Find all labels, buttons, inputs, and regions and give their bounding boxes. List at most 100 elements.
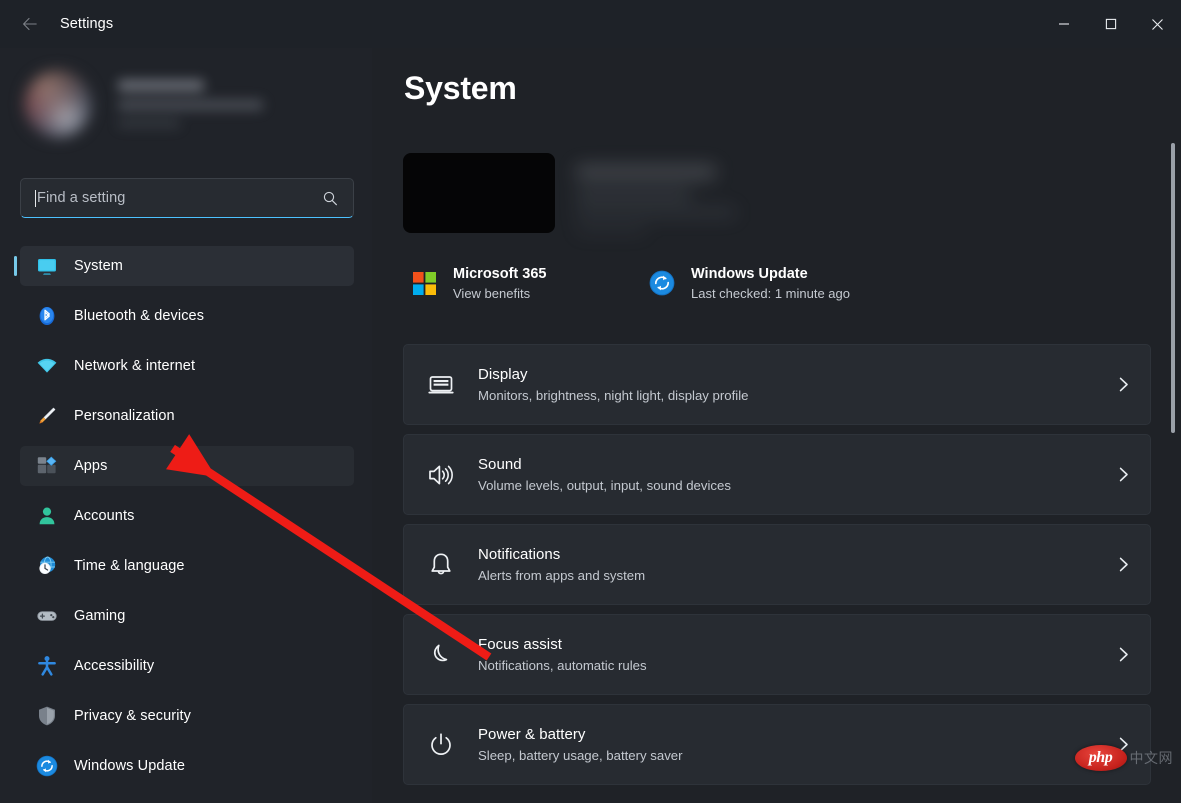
- maximize-button[interactable]: [1087, 0, 1134, 48]
- scrollbar-thumb[interactable]: [1171, 143, 1175, 433]
- watermark: php 中文网: [1074, 745, 1174, 771]
- selection-indicator: [14, 256, 17, 276]
- microsoft-logo-icon: [407, 271, 441, 295]
- moon-icon: [404, 640, 478, 670]
- sidebar-item-label: Apps: [74, 458, 108, 474]
- sidebar-item-gaming[interactable]: Gaming: [20, 596, 354, 636]
- settings-row-sound[interactable]: Sound Volume levels, output, input, sound…: [403, 434, 1151, 515]
- ms-squares-icon: [412, 271, 436, 295]
- sidebar-item-label: Gaming: [74, 608, 126, 624]
- maximize-icon: [1105, 18, 1116, 30]
- chevron-right-icon: [1119, 377, 1128, 392]
- accessibility-icon: [30, 655, 64, 677]
- title-bar: Settings: [0, 0, 1181, 48]
- row-title: Display: [478, 366, 528, 383]
- paintbrush-icon: [30, 405, 64, 427]
- bluetooth-icon: [30, 305, 64, 327]
- tile-microsoft-365[interactable]: Microsoft 365 View benefits: [403, 260, 613, 306]
- sidebar-item-bluetooth-devices[interactable]: Bluetooth & devices: [20, 296, 354, 336]
- sidebar-item-privacy-security[interactable]: Privacy & security: [20, 696, 354, 736]
- update-icon: [36, 755, 58, 777]
- sidebar-item-apps[interactable]: Apps: [20, 446, 354, 486]
- speaker-icon: [404, 460, 478, 490]
- person-icon: [30, 505, 64, 527]
- speaker-icon: [429, 465, 453, 484]
- sidebar-item-system[interactable]: System: [14, 246, 354, 286]
- device-image-redacted: [403, 153, 555, 233]
- settings-rows: Display Monitors, brightness, night light…: [403, 344, 1151, 794]
- sidebar-item-accessibility[interactable]: Accessibility: [20, 646, 354, 686]
- sidebar-item-label: Privacy & security: [74, 708, 192, 724]
- minimize-button[interactable]: [1040, 0, 1087, 48]
- avatar: [24, 70, 92, 138]
- row-chevron[interactable]: [1096, 466, 1150, 483]
- accessibility-icon: [38, 656, 56, 676]
- apps-icon: [30, 455, 64, 477]
- row-title: Sound: [478, 456, 522, 473]
- tile-title: Windows Update: [691, 265, 808, 282]
- profile-text-redacted: [118, 80, 263, 128]
- clock-globe-icon: [39, 556, 56, 574]
- chevron-right-icon: [1119, 557, 1128, 572]
- back-arrow-icon: [23, 17, 37, 31]
- person-icon: [39, 507, 55, 525]
- device-info-redacted: [568, 155, 758, 237]
- sidebar-item-label: Network & internet: [74, 358, 196, 374]
- sidebar-item-label: Time & language: [74, 558, 185, 574]
- php-badge-icon: php: [1074, 745, 1127, 771]
- tile-windows-update[interactable]: Windows Update Last checked: 1 minute ag…: [641, 260, 854, 306]
- settings-row-display[interactable]: Display Monitors, brightness, night light…: [403, 344, 1151, 425]
- gamepad-icon: [37, 611, 57, 621]
- row-text: Display Monitors, brightness, night light…: [478, 364, 1096, 405]
- tile-subtitle: Last checked: 1 minute ago: [691, 285, 850, 301]
- row-text: Focus assist Notifications, automatic rul…: [478, 634, 1096, 675]
- display-icon: [404, 370, 478, 400]
- tile-title: Microsoft 365: [453, 265, 547, 282]
- row-chevron[interactable]: [1096, 376, 1150, 393]
- sidebar-item-personalization[interactable]: Personalization: [20, 396, 354, 436]
- sidebar-item-label: Bluetooth & devices: [74, 308, 205, 324]
- magnifier-icon: [323, 191, 337, 205]
- sidebar-item-windows-update[interactable]: Windows Update: [20, 746, 354, 786]
- sidebar-item-accounts[interactable]: Accounts: [20, 496, 354, 536]
- sidebar-item-network-internet[interactable]: Network & internet: [20, 346, 354, 386]
- settings-row-notifications[interactable]: Notifications Alerts from apps and system: [403, 524, 1151, 605]
- close-button[interactable]: [1134, 0, 1181, 48]
- row-subtitle: Sleep, battery usage, battery saver: [478, 748, 683, 763]
- shield-icon: [39, 706, 55, 726]
- sidebar-item-time-language[interactable]: Time & language: [20, 546, 354, 586]
- row-title: Focus assist: [478, 636, 562, 653]
- settings-row-power-battery[interactable]: Power & battery Sleep, battery usage, bat…: [403, 704, 1151, 785]
- sidebar-item-label: Accounts: [74, 508, 135, 524]
- scrollbar[interactable]: [1170, 48, 1176, 803]
- clock-globe-icon: [30, 555, 64, 577]
- chevron-right-icon: [1119, 467, 1128, 482]
- apps-icon: [37, 456, 57, 474]
- power-icon: [431, 732, 451, 755]
- settings-row-focus-assist[interactable]: Focus assist Notifications, automatic rul…: [403, 614, 1151, 695]
- row-subtitle: Notifications, automatic rules: [478, 658, 647, 673]
- tile-subtitle: View benefits: [453, 285, 531, 301]
- sync-circle-icon: [649, 270, 675, 296]
- moon-icon: [433, 644, 448, 661]
- minimize-icon: [1058, 23, 1069, 25]
- settings-window: Settings Find a setting System Bluetooth…: [0, 0, 1181, 803]
- row-text: Power & battery Sleep, battery usage, bat…: [478, 724, 1096, 765]
- chevron-right-icon: [1119, 647, 1128, 662]
- search-placeholder: Find a setting: [37, 190, 126, 206]
- window-title: Settings: [60, 16, 114, 32]
- page-title: System: [404, 70, 517, 106]
- row-chevron[interactable]: [1096, 646, 1150, 663]
- sidebar-item-label: Personalization: [74, 408, 175, 424]
- row-chevron[interactable]: [1096, 556, 1150, 573]
- row-subtitle: Alerts from apps and system: [478, 568, 646, 583]
- text-caret: [35, 189, 36, 207]
- gamepad-icon: [30, 605, 64, 627]
- search-input[interactable]: Find a setting: [20, 178, 354, 218]
- bluetooth-icon: [39, 307, 55, 325]
- shield-icon: [30, 705, 64, 727]
- back-button[interactable]: [8, 8, 52, 40]
- user-profile[interactable]: [14, 56, 344, 152]
- row-subtitle: Monitors, brightness, night light, displ…: [478, 388, 749, 403]
- search-icon[interactable]: [317, 185, 343, 211]
